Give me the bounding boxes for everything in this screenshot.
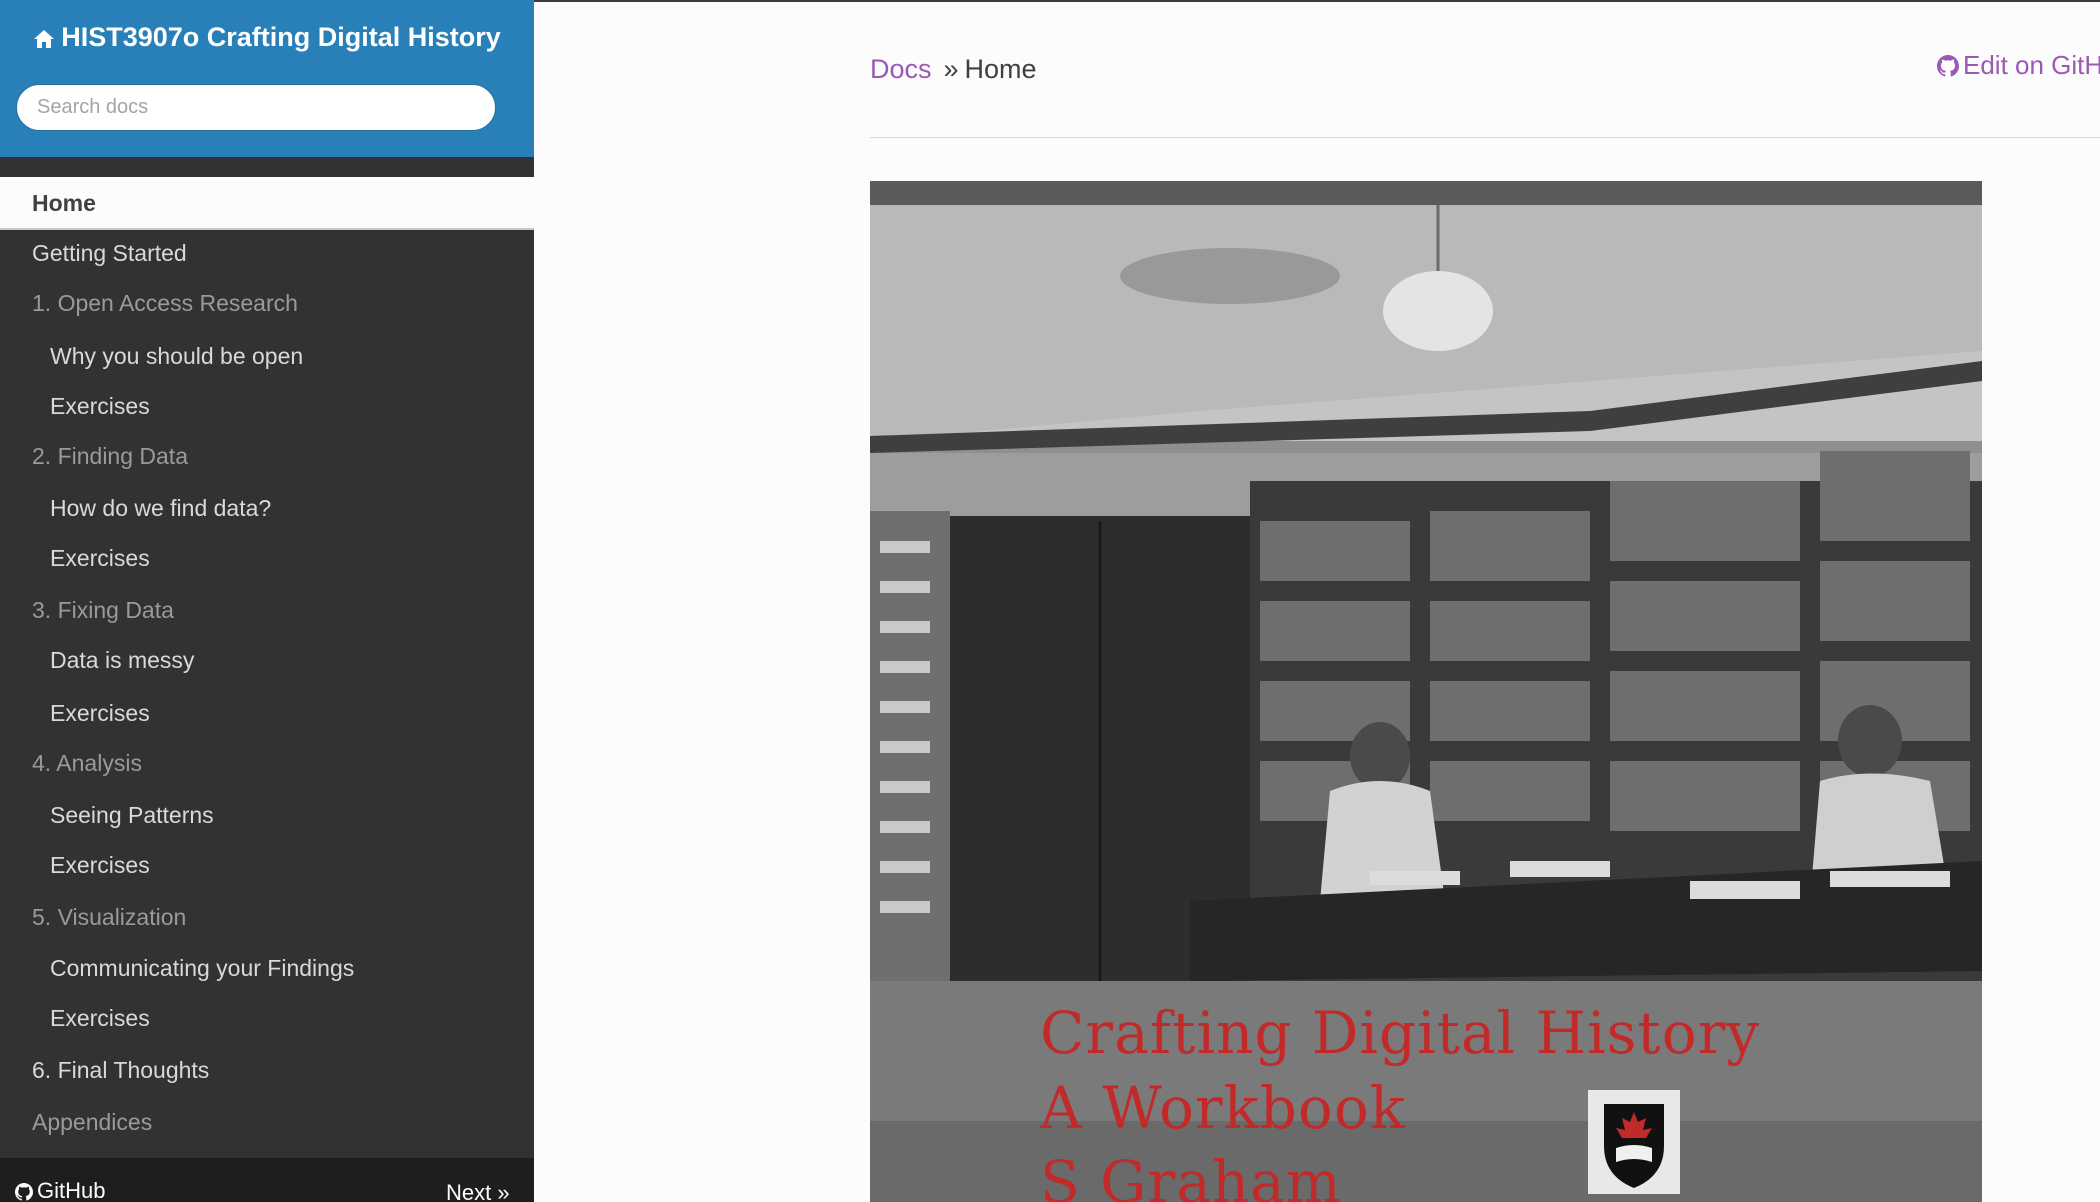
edit-on-github-link[interactable]: Edit on GitHub	[1937, 50, 2100, 81]
nav-item[interactable]: How do we find data?	[0, 485, 534, 531]
cover-author-line: S Graham	[1040, 1148, 1342, 1202]
edit-label: Edit on GitHub	[1963, 50, 2100, 80]
project-home-link[interactable]: HIST3907o Crafting Digital History	[0, 22, 534, 53]
breadcrumb-docs-link[interactable]: Docs	[870, 54, 932, 84]
nav-item[interactable]: 6. Final Thoughts	[0, 1047, 534, 1093]
next-link[interactable]: Next »	[446, 1180, 510, 1202]
nav-caption: Appendices	[32, 1109, 153, 1135]
nav-caption: 3. Fixing Data	[32, 597, 174, 623]
nav-caption: 2. Finding Data	[32, 443, 188, 469]
breadcrumb: Docs » Home	[870, 54, 1037, 85]
cover-title-line: Crafting Digital History	[1040, 999, 1761, 1067]
project-title: HIST3907o Crafting Digital History	[61, 22, 501, 52]
github-icon	[15, 1183, 33, 1201]
cover-image: Crafting Digital History A Workbook S Gr…	[870, 181, 1982, 1202]
breadcrumb-separator: »	[943, 54, 959, 84]
nav-item[interactable]: Exercises	[0, 995, 534, 1041]
nav-item[interactable]: Exercises	[0, 535, 534, 581]
nav-item[interactable]: Getting Started	[0, 230, 534, 276]
university-crest-icon	[1588, 1090, 1680, 1194]
github-label: GitHub	[37, 1178, 106, 1202]
nav-item[interactable]: Exercises	[0, 383, 534, 429]
sidebar-header: HIST3907o Crafting Digital History	[0, 0, 534, 157]
sidebar: HIST3907o Crafting Digital History Home …	[0, 0, 534, 1202]
nav-caption: 5. Visualization	[32, 904, 187, 930]
home-icon	[34, 30, 55, 48]
sidebar-footer: GitHub Next »	[0, 1158, 534, 1202]
nav-item[interactable]: Seeing Patterns	[0, 792, 534, 838]
header-divider	[870, 137, 2100, 138]
breadcrumb-current: Home	[964, 54, 1037, 84]
nav-item[interactable]: Communicating your Findings	[0, 945, 534, 991]
github-link[interactable]: GitHub	[15, 1178, 105, 1202]
search-input[interactable]	[16, 84, 496, 131]
nav-item[interactable]: Exercises	[0, 690, 534, 736]
nav-item-home[interactable]: Home	[0, 177, 534, 230]
nav-item[interactable]: Data is messy	[0, 637, 534, 683]
nav-caption: 4. Analysis	[32, 750, 142, 776]
cover-subtitle-line: A Workbook	[1040, 1074, 1406, 1142]
nav-caption: 1. Open Access Research	[32, 290, 298, 316]
nav-item[interactable]: Exercises	[0, 842, 534, 888]
nav-item[interactable]: Why you should be open	[0, 333, 534, 379]
github-icon	[1937, 55, 1959, 77]
